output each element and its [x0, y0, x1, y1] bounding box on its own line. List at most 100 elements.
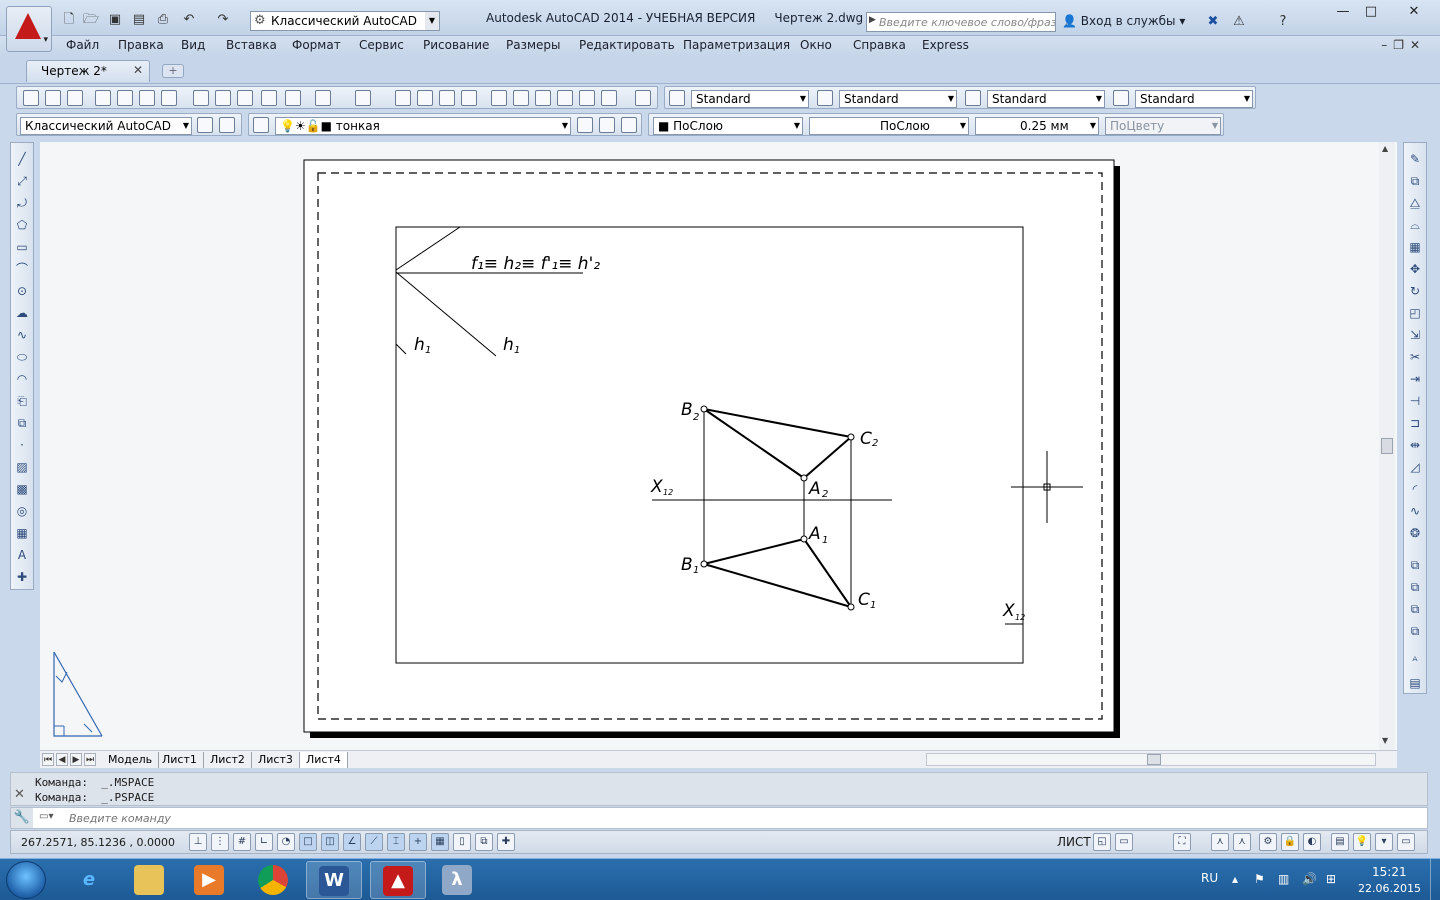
layer-previous-icon[interactable] [599, 117, 615, 133]
layer-manager-icon[interactable] [253, 117, 269, 133]
paste-icon[interactable] [237, 90, 253, 106]
ellipse-icon[interactable]: ⬭ [14, 349, 30, 365]
copy-icon[interactable] [215, 90, 231, 106]
rectangle-icon[interactable]: ▭ [14, 239, 30, 255]
scroll-down-icon[interactable]: ▼ [1382, 736, 1388, 745]
cut-icon[interactable] [193, 90, 209, 106]
vertical-scrollbar[interactable]: ▲ ▼ [1379, 142, 1395, 750]
redo-icon[interactable]: ↷ [214, 12, 232, 28]
next-tab-icon[interactable]: ▶ [70, 753, 82, 766]
menu-help[interactable]: Справка [853, 38, 906, 52]
tab-layout3[interactable]: Лист3 [252, 752, 300, 768]
dim-style-icon[interactable] [817, 90, 833, 106]
menu-parametric[interactable]: Параметризация [683, 38, 790, 52]
mirror-icon[interactable]: ⧋ [1407, 195, 1423, 211]
dynamic-ucs-icon[interactable]: ⟋ [365, 833, 383, 851]
open-file-icon[interactable]: 🗁 [82, 12, 100, 28]
design-center-icon[interactable] [513, 90, 529, 106]
menu-window[interactable]: Окно [800, 38, 832, 52]
mleader-style-icon[interactable] [1113, 90, 1129, 106]
prev-tab-icon[interactable]: ◀ [56, 753, 68, 766]
3d-object-snap-icon[interactable]: ◫ [321, 833, 339, 851]
exchange-icon[interactable]: ✖ [1204, 14, 1222, 30]
workspace-settings-icon[interactable] [197, 117, 213, 133]
circle-icon[interactable]: ⊙ [14, 283, 30, 299]
3d-print-icon[interactable] [161, 90, 177, 106]
tool-palettes-icon[interactable] [535, 90, 551, 106]
new-file-icon[interactable]: 🗋 [60, 12, 78, 28]
scale-icon[interactable]: ◰ [1407, 305, 1423, 321]
chamfer-icon[interactable]: ◿ [1407, 459, 1423, 475]
menu-draw[interactable]: Рисование [423, 38, 489, 52]
region-icon[interactable]: ◎ [14, 503, 30, 519]
last-tab-icon[interactable]: ⏭ [84, 753, 96, 766]
menu-view[interactable]: Вид [181, 38, 205, 52]
table-style-select[interactable]: Standard ▼ [987, 90, 1105, 108]
zoom-realtime-icon[interactable] [417, 90, 433, 106]
revision-cloud-icon[interactable]: ☁ [14, 305, 30, 321]
minimize-button[interactable]: — [1330, 4, 1356, 22]
spline-icon[interactable]: ∿ [14, 327, 30, 343]
close-button[interactable]: ✕ [1394, 4, 1434, 22]
zoom-previous-icon[interactable] [461, 90, 477, 106]
extend-icon[interactable]: ⇥ [1407, 371, 1423, 387]
menu-tools[interactable]: Сервис [359, 38, 404, 52]
close-icon[interactable]: ✕ [14, 787, 25, 802]
help-icon[interactable]: ? [1274, 14, 1292, 30]
pan-icon[interactable] [395, 90, 411, 106]
tab-model[interactable]: Модель [102, 752, 160, 768]
clock-date[interactable]: 22.06.2015 [1358, 882, 1421, 895]
workspace-toolbar-select[interactable]: Классический AutoCAD ▼ [20, 117, 192, 135]
block-editor-icon[interactable] [285, 90, 301, 106]
grid-display-icon[interactable]: # [233, 833, 251, 851]
mleader-style-select[interactable]: Standard ▼ [1135, 90, 1253, 108]
workspace-select[interactable]: ⚙ Классический AutoCAD ▼ [250, 11, 440, 31]
horizontal-scrollbar[interactable] [926, 753, 1376, 766]
print-icon[interactable]: ⎙ [154, 12, 172, 28]
menu-dimension[interactable]: Размеры [506, 38, 561, 52]
linetype-select[interactable]: ПоСлою ▼ [809, 117, 969, 135]
offset-icon[interactable]: ⌓ [1407, 217, 1423, 233]
layer-select[interactable]: 💡☀🔓■ тонкая ▼ [275, 117, 571, 135]
save-icon[interactable]: ▣ [106, 12, 124, 28]
hardware-acceleration-icon[interactable]: ◐ [1303, 833, 1321, 851]
quick-properties-icon[interactable]: ▯ [453, 833, 471, 851]
tab-layout1[interactable]: Лист1 [156, 752, 204, 768]
draw-order-front-icon[interactable]: ⧉ [1407, 557, 1423, 573]
taskbar-media-player[interactable]: ▶ [182, 861, 238, 899]
arc-icon[interactable]: ⌒ [14, 261, 30, 277]
make-block-icon[interactable]: ⧉ [14, 415, 30, 431]
document-window-controls[interactable]: –❐✕ [1381, 38, 1426, 52]
taskbar-internet-explorer[interactable]: e [62, 861, 118, 899]
quickcalc-icon[interactable] [601, 90, 617, 106]
copy-object-icon[interactable]: ⧉ [1407, 173, 1423, 189]
send-under-icon[interactable]: ⧉ [1407, 623, 1423, 639]
point-icon[interactable]: · [14, 437, 30, 453]
close-icon[interactable]: ✕ [133, 63, 143, 77]
tab-layout4[interactable]: Лист4 [300, 752, 348, 768]
start-button[interactable] [6, 861, 46, 899]
zoom-window-icon[interactable] [439, 90, 455, 106]
insert-block-icon[interactable]: ⎗ [14, 393, 30, 409]
scroll-thumb[interactable] [1147, 754, 1161, 765]
save-icon[interactable] [67, 90, 83, 106]
annotation-monitor-icon[interactable]: ✚ [497, 833, 515, 851]
workspace-switch-icon[interactable]: ⚙ [1259, 833, 1277, 851]
publish-icon[interactable] [139, 90, 155, 106]
trim-icon[interactable]: ✂ [1407, 349, 1423, 365]
dim-style-select[interactable]: Standard ▼ [839, 90, 957, 108]
taskbar-app[interactable]: λ [430, 861, 486, 899]
save-as-icon[interactable]: ▤ [130, 12, 148, 28]
app-menu-button[interactable]: ▾ [6, 6, 52, 52]
add-selected-icon[interactable]: ✚ [14, 569, 30, 585]
layer-states-icon[interactable] [621, 117, 637, 133]
command-input[interactable] [35, 809, 1415, 827]
stretch-icon[interactable]: ⇲ [1407, 327, 1423, 343]
match-properties-icon[interactable] [261, 90, 277, 106]
text-front-icon[interactable]: ᴬ [1407, 653, 1423, 669]
tray-expand-icon[interactable]: ▴ [1232, 872, 1238, 886]
snap-mode-icon[interactable]: ⋮ [211, 833, 229, 851]
qnew-icon[interactable] [23, 90, 39, 106]
menu-edit[interactable]: Правка [118, 38, 164, 52]
bulb-icon[interactable]: 💡 [1353, 833, 1371, 851]
